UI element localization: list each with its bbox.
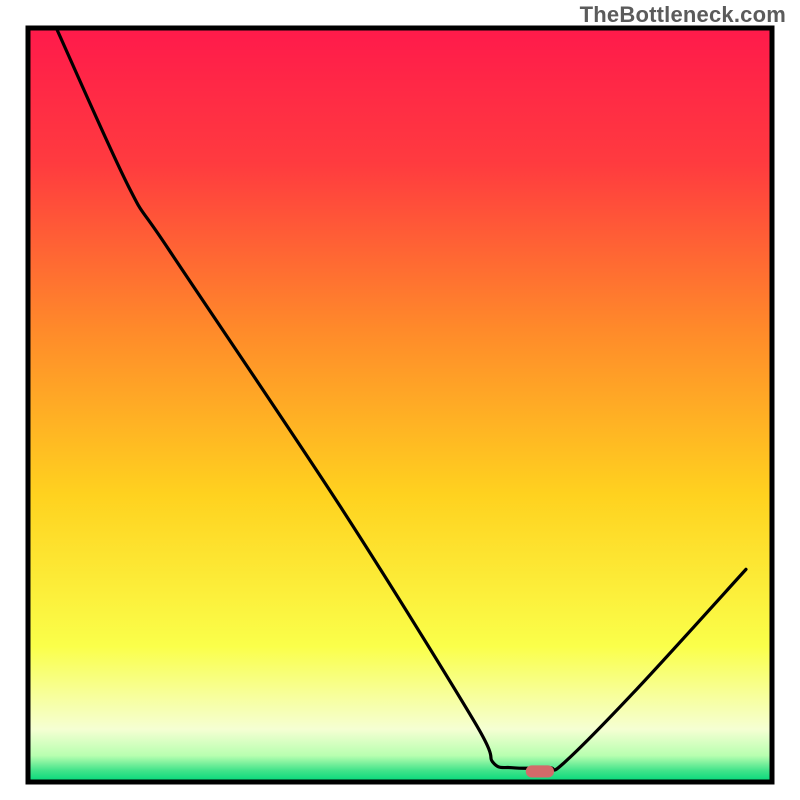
watermark-text: TheBottleneck.com [580,2,786,28]
chart-frame: TheBottleneck.com [0,0,800,800]
gradient-background [28,28,772,782]
optimal-marker [526,765,554,777]
bottleneck-chart [0,0,800,800]
